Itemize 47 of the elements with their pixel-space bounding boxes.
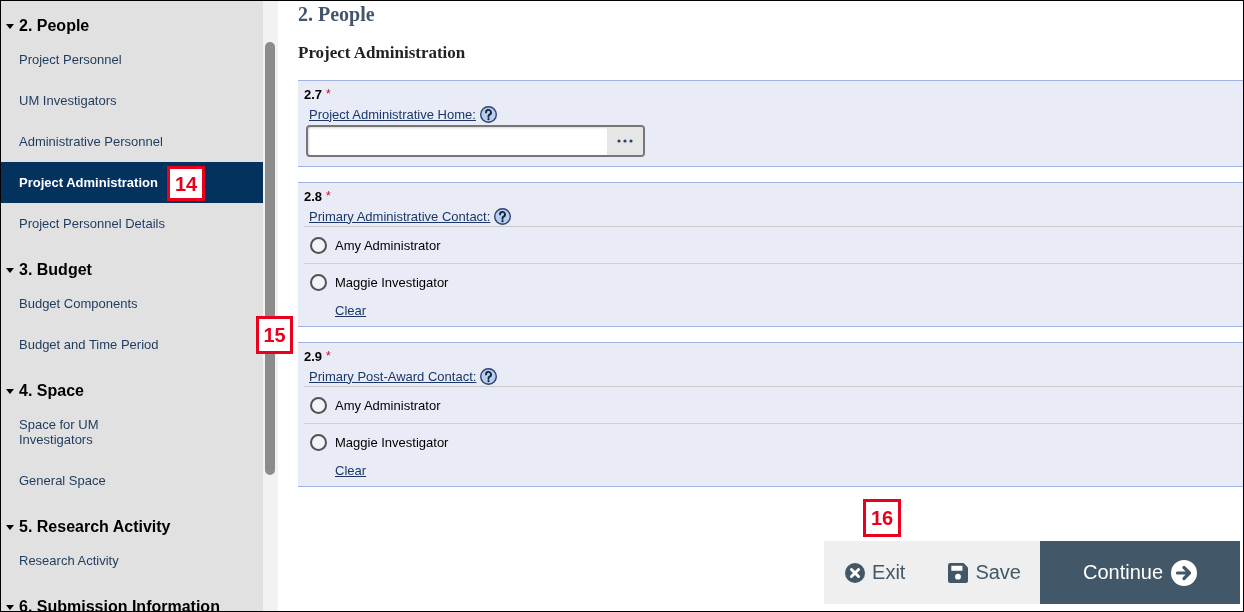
page-title: 2. People bbox=[298, 2, 375, 26]
callout-number: 14 bbox=[167, 166, 205, 201]
sidebar-item[interactable]: General Space bbox=[1, 460, 255, 501]
clear-link[interactable]: Clear bbox=[335, 463, 367, 478]
help-icon[interactable] bbox=[479, 105, 497, 123]
callout-number: 15 bbox=[256, 316, 293, 354]
sidebar-item[interactable]: Budget and Time Period bbox=[1, 324, 255, 365]
sidebar-item[interactable]: Space for UM Investigators bbox=[1, 404, 255, 460]
question-number: 2.7 bbox=[304, 87, 323, 102]
help-icon[interactable] bbox=[480, 367, 498, 385]
sidebar-section-header[interactable]: 4. Space bbox=[1, 365, 263, 404]
section-title: Project Administration bbox=[298, 42, 466, 64]
save-button[interactable]: Save bbox=[929, 541, 1040, 604]
callout-number: 16 bbox=[863, 499, 901, 537]
sidebar-item[interactable]: Project Personnel bbox=[1, 39, 255, 80]
sidebar-section-header[interactable]: 3. Budget bbox=[1, 244, 263, 283]
sidebar-item[interactable]: Budget Components bbox=[1, 283, 255, 324]
required-mark: * bbox=[326, 349, 331, 364]
question-number: 2.9 bbox=[304, 349, 323, 364]
option-label: Maggie Investigator bbox=[335, 274, 449, 290]
question-number: 2.8 bbox=[304, 189, 323, 204]
help-icon[interactable] bbox=[494, 207, 512, 225]
exit-button[interactable]: Exit bbox=[824, 541, 930, 604]
required-mark: * bbox=[326, 87, 331, 102]
radio-button[interactable] bbox=[310, 273, 327, 291]
continue-button[interactable]: Continue bbox=[1040, 541, 1240, 604]
sidebar-item[interactable]: Project Personnel Details bbox=[1, 203, 255, 244]
radio-button[interactable] bbox=[310, 433, 327, 451]
option-label: Amy Administrator bbox=[335, 237, 441, 253]
sidebar-section-header[interactable]: 2. People bbox=[1, 1, 263, 39]
question-label-link[interactable]: Project Administrative Home: bbox=[309, 106, 476, 122]
radio-button[interactable] bbox=[310, 236, 327, 254]
radio-button[interactable] bbox=[310, 396, 327, 414]
required-mark: * bbox=[326, 189, 331, 204]
sidebar-item[interactable]: Research Activity bbox=[1, 540, 255, 581]
clear-link[interactable]: Clear bbox=[335, 303, 367, 318]
question-label-link[interactable]: Primary Administrative Contact: bbox=[309, 208, 491, 224]
option-label: Amy Administrator bbox=[335, 397, 441, 413]
close-icon bbox=[845, 562, 866, 583]
option-label: Maggie Investigator bbox=[335, 434, 449, 450]
arrow-right-icon bbox=[1171, 559, 1198, 586]
sidebar-item[interactable]: Administrative Personnel bbox=[1, 121, 255, 162]
question-label-link[interactable]: Primary Post-Award Contact: bbox=[309, 368, 477, 384]
ellipsis-icon bbox=[617, 139, 633, 143]
sidebar-item[interactable]: UM Investigators bbox=[1, 80, 255, 121]
lookup-field[interactable] bbox=[306, 125, 645, 157]
sidebar-section-header[interactable]: 5. Research Activity bbox=[1, 501, 263, 540]
